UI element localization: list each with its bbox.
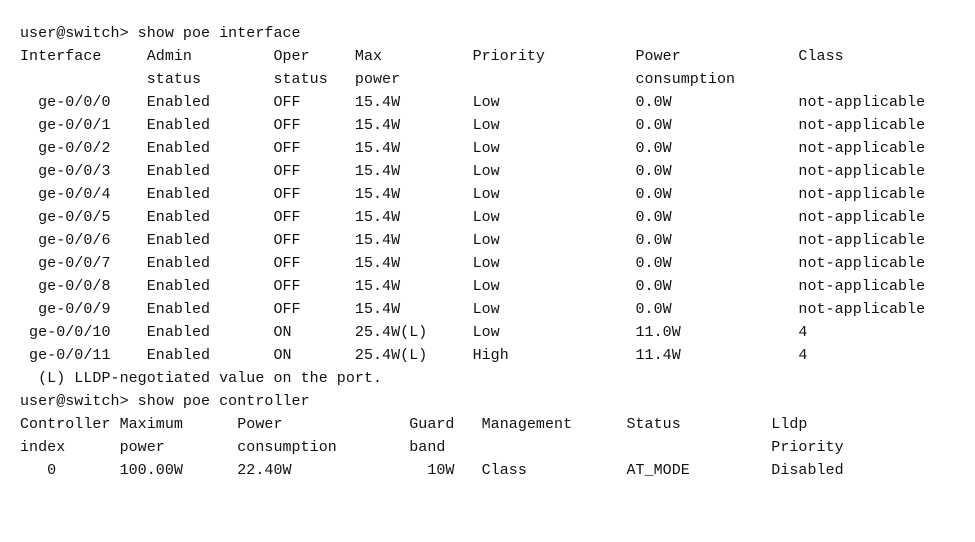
- table-row: ge-0/0/5 Enabled OFF 15.4W Low 0.0W not-…: [20, 209, 926, 226]
- table-row: ge-0/0/0 Enabled OFF 15.4W Low 0.0W not-…: [20, 94, 926, 111]
- interface-table-header-row-1: Interface Admin Oper Max Priority Power …: [20, 48, 844, 65]
- table-row: 0 100.00W 22.40W 10W Class AT_MODE Disab…: [20, 462, 844, 479]
- table-row: ge-0/0/2 Enabled OFF 15.4W Low 0.0W not-…: [20, 140, 926, 157]
- lldp-footnote: (L) LLDP-negotiated value on the port.: [20, 370, 383, 387]
- table-row: ge-0/0/6 Enabled OFF 15.4W Low 0.0W not-…: [20, 232, 926, 249]
- table-row: ge-0/0/11 Enabled ON 25.4W(L) High 11.4W…: [20, 347, 808, 364]
- table-row: ge-0/0/1 Enabled OFF 15.4W Low 0.0W not-…: [20, 117, 926, 134]
- command-line-show-poe-interface[interactable]: user@switch> show poe interface: [20, 22, 960, 45]
- controller-table-header-row-2: index power consumption band Priority: [20, 439, 844, 456]
- terminal-screen: user@switch> show poe interface Interfac…: [0, 0, 975, 542]
- controller-table-header-row-1: Controller Maximum Power Guard Managemen…: [20, 416, 808, 433]
- console-output[interactable]: user@switch> show poe interface Interfac…: [20, 22, 960, 482]
- interface-table-header-row-2: status status power consumption: [20, 71, 736, 88]
- table-row: ge-0/0/9 Enabled OFF 15.4W Low 0.0W not-…: [20, 301, 926, 318]
- command-line-show-poe-controller[interactable]: user@switch> show poe controller: [20, 390, 960, 413]
- table-row: ge-0/0/3 Enabled OFF 15.4W Low 0.0W not-…: [20, 163, 926, 180]
- table-row: ge-0/0/4 Enabled OFF 15.4W Low 0.0W not-…: [20, 186, 926, 203]
- table-row: ge-0/0/7 Enabled OFF 15.4W Low 0.0W not-…: [20, 255, 926, 272]
- table-row: ge-0/0/10 Enabled ON 25.4W(L) Low 11.0W …: [20, 324, 808, 341]
- table-row: ge-0/0/8 Enabled OFF 15.4W Low 0.0W not-…: [20, 278, 926, 295]
